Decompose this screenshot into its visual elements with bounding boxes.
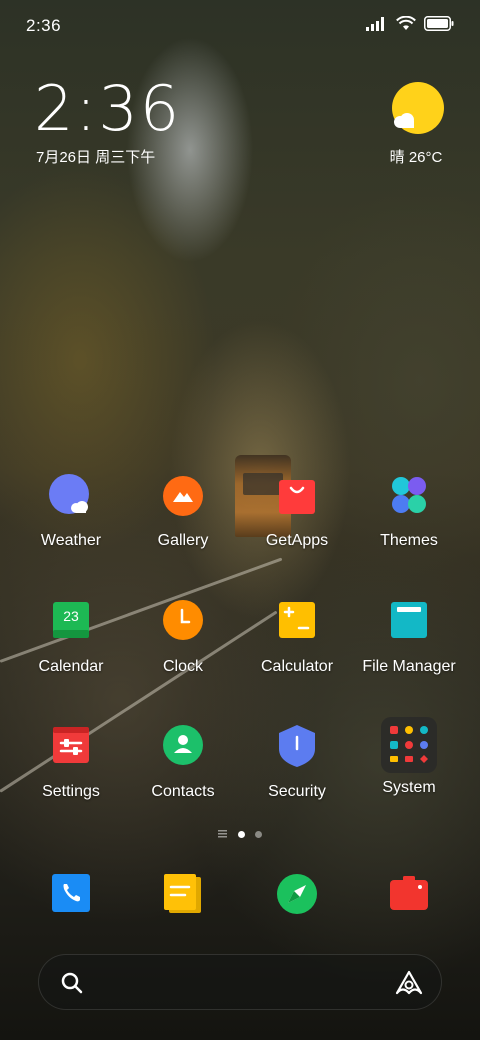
app-file-manager[interactable]: File Manager bbox=[352, 600, 466, 676]
app-gallery[interactable]: Gallery bbox=[126, 474, 240, 550]
weather-temperature: 26°C bbox=[408, 149, 443, 166]
app-system-folder[interactable]: System bbox=[352, 717, 466, 797]
security-icon bbox=[275, 725, 319, 769]
page-dot bbox=[255, 830, 262, 838]
themes-icon bbox=[387, 474, 431, 518]
app-label: Contacts bbox=[151, 783, 215, 800]
page-list-icon bbox=[218, 830, 227, 838]
calendar-day: 23 bbox=[63, 608, 79, 624]
weather-icon bbox=[49, 474, 93, 518]
app-label: Themes bbox=[380, 532, 438, 549]
battery-icon bbox=[424, 16, 454, 31]
app-label: Calculator bbox=[260, 658, 334, 675]
app-security[interactable]: Security bbox=[240, 725, 354, 801]
app-label: Weather bbox=[40, 532, 102, 549]
app-clock[interactable]: Clock bbox=[126, 600, 240, 676]
getapps-icon bbox=[275, 474, 319, 518]
phone-icon[interactable] bbox=[51, 873, 91, 913]
settings-icon bbox=[49, 725, 93, 769]
page-dot-active bbox=[238, 830, 245, 838]
wifi-icon bbox=[396, 16, 416, 30]
file-manager-icon bbox=[387, 600, 431, 644]
search-bar[interactable] bbox=[38, 954, 442, 1010]
notes-icon[interactable] bbox=[163, 873, 203, 913]
app-label: System bbox=[382, 779, 436, 796]
cloud-icon bbox=[394, 113, 414, 128]
status-bar: 2:36 bbox=[0, 0, 480, 50]
browser-icon[interactable] bbox=[276, 873, 317, 914]
contacts-icon bbox=[161, 725, 205, 769]
weather-condition: 晴 bbox=[389, 149, 405, 166]
app-settings[interactable]: Settings bbox=[14, 725, 128, 801]
app-label: GetApps bbox=[265, 532, 329, 549]
search-icon[interactable] bbox=[61, 972, 83, 994]
app-calculator[interactable]: Calculator bbox=[240, 600, 354, 676]
assistant-icon[interactable] bbox=[395, 970, 423, 996]
system-folder-icon bbox=[381, 717, 437, 773]
clock-icon bbox=[161, 600, 205, 644]
app-label: Calendar bbox=[38, 658, 104, 675]
app-weather[interactable]: Weather bbox=[14, 474, 128, 550]
calculator-icon bbox=[275, 600, 319, 644]
clock-widget-date[interactable]: 7月26日 周三下午 bbox=[36, 146, 155, 167]
weather-widget-text[interactable]: 晴 26°C bbox=[366, 146, 466, 167]
signal-icon bbox=[366, 16, 384, 31]
clock-widget-time[interactable]: 2:36 bbox=[34, 78, 181, 140]
app-label: Clock bbox=[162, 658, 203, 675]
app-themes[interactable]: Themes bbox=[352, 474, 466, 550]
gallery-icon bbox=[161, 474, 205, 518]
page-indicator[interactable] bbox=[0, 830, 480, 838]
app-contacts[interactable]: Contacts bbox=[126, 725, 240, 801]
app-label: Gallery bbox=[157, 532, 209, 549]
camera-icon[interactable] bbox=[389, 873, 429, 913]
status-icons bbox=[366, 16, 454, 31]
app-getapps[interactable]: GetApps bbox=[240, 474, 354, 550]
calendar-icon: 23 bbox=[49, 600, 93, 644]
app-label: File Manager bbox=[362, 658, 456, 675]
app-label: Security bbox=[268, 783, 326, 800]
app-calendar[interactable]: 23 Calendar bbox=[14, 600, 128, 676]
app-label: Settings bbox=[42, 783, 100, 800]
status-time: 2:36 bbox=[26, 16, 62, 35]
